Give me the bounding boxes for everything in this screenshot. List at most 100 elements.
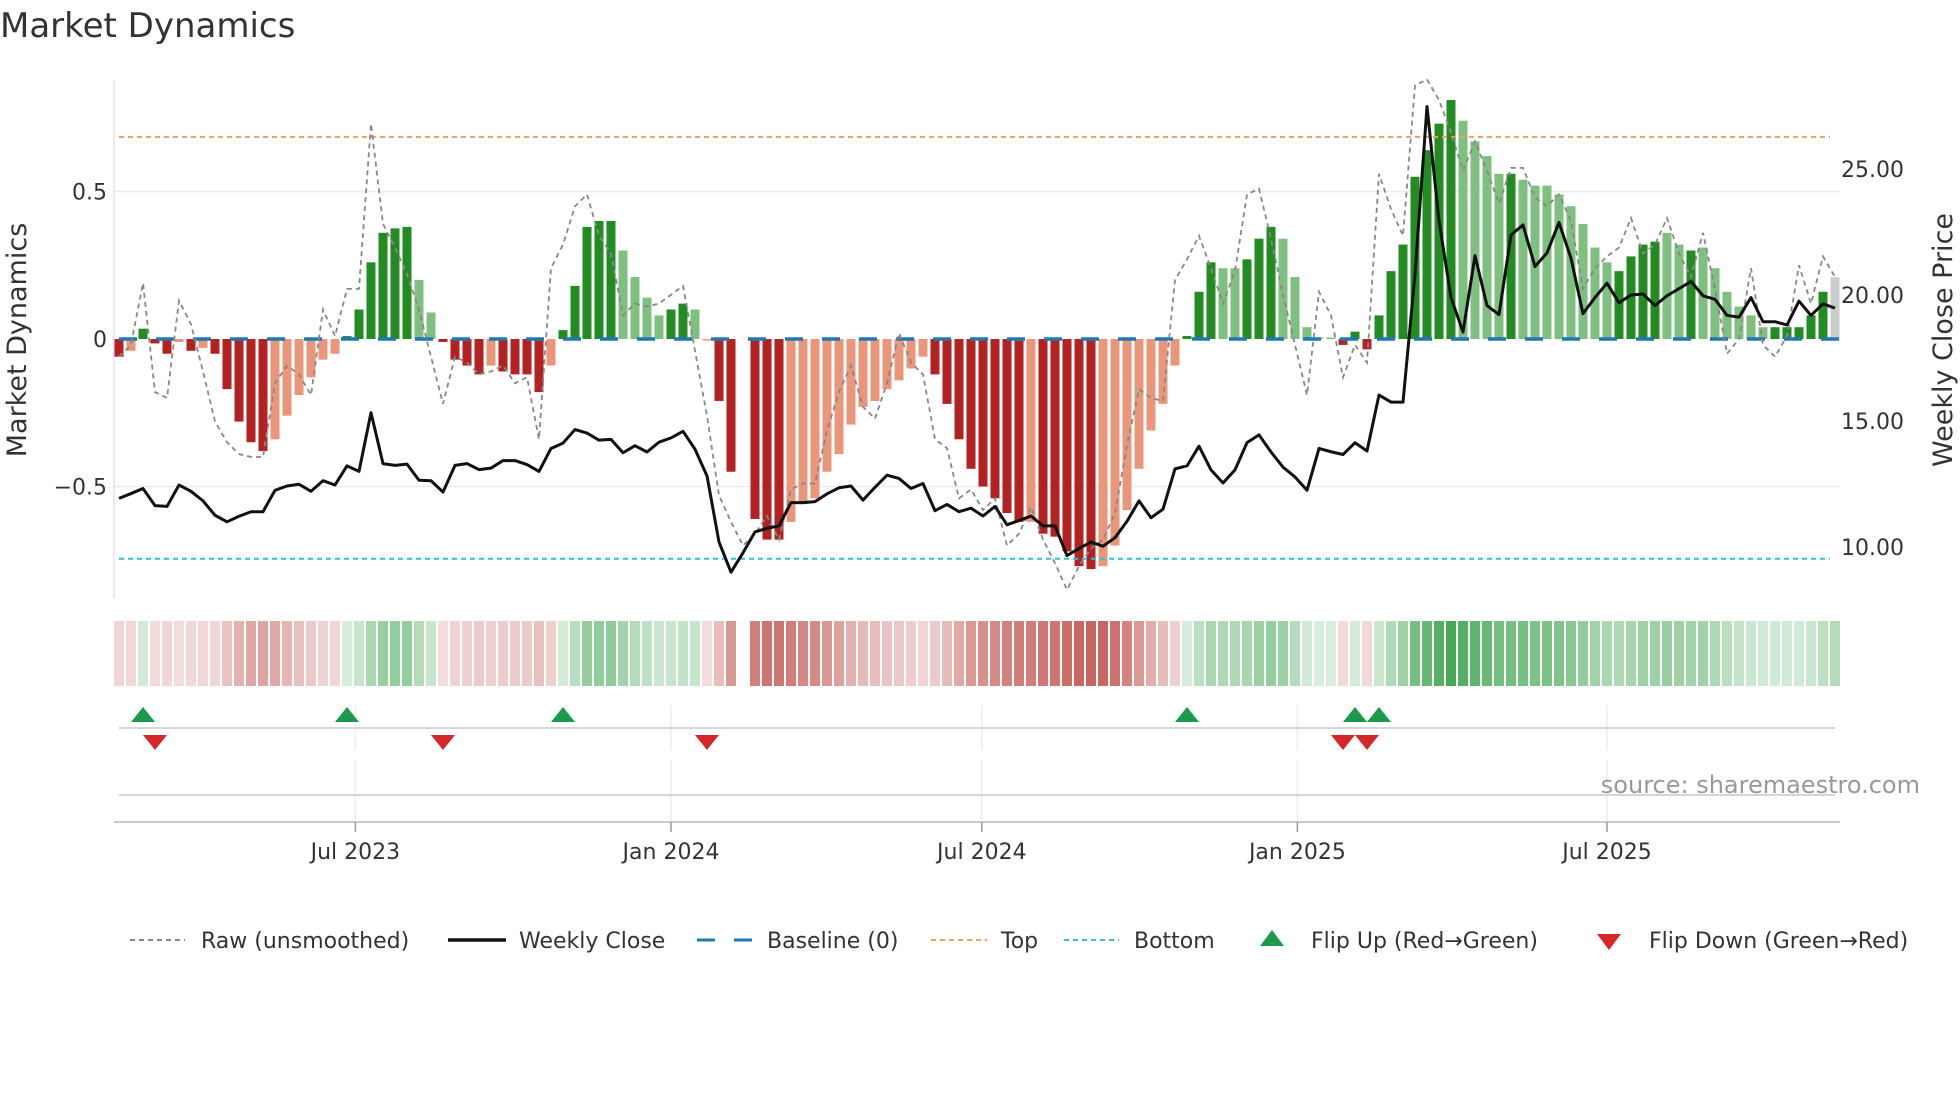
bar xyxy=(678,303,688,339)
bar xyxy=(1362,339,1372,350)
strip-cell xyxy=(1242,621,1252,686)
y-axis-title: Market Dynamics xyxy=(2,223,33,458)
bar xyxy=(918,339,928,357)
bar xyxy=(1542,185,1552,339)
strip-cell xyxy=(1038,621,1048,686)
bar xyxy=(1422,150,1432,339)
strip-cell xyxy=(1314,621,1324,686)
bar xyxy=(1242,259,1252,339)
strip-cell xyxy=(1794,621,1804,686)
bar xyxy=(1146,339,1156,431)
strip-cell xyxy=(486,621,496,686)
strip-cell xyxy=(246,621,256,686)
strip-cell xyxy=(978,621,988,686)
bar xyxy=(1194,291,1204,339)
bar xyxy=(366,262,376,339)
strip-cell xyxy=(1626,621,1636,686)
bar xyxy=(318,339,328,360)
bar xyxy=(1074,339,1084,567)
strip-cell xyxy=(990,621,1000,686)
bar xyxy=(570,285,580,339)
strip-cell xyxy=(966,621,976,686)
strip-cell xyxy=(1122,621,1132,686)
bar xyxy=(1266,226,1276,339)
strip-cell xyxy=(1674,621,1684,686)
strip-cell xyxy=(1098,621,1108,686)
bar xyxy=(1206,262,1216,339)
strip-cell xyxy=(1338,621,1348,686)
strip-cell xyxy=(1434,621,1444,686)
bar xyxy=(390,228,400,339)
strip-cell xyxy=(942,621,952,686)
strip-cell xyxy=(1350,621,1360,686)
strip-cell xyxy=(294,621,304,686)
bar xyxy=(210,339,220,354)
bar xyxy=(1818,291,1828,339)
strip-cell xyxy=(1698,621,1708,686)
strip-cell xyxy=(366,621,376,686)
y2-axis-title: Weekly Close Price xyxy=(1928,213,1959,467)
bar xyxy=(354,309,364,339)
strip-cell xyxy=(1578,621,1588,686)
strip-cell xyxy=(150,621,160,686)
flip-up-marker xyxy=(131,707,155,722)
bar xyxy=(462,339,472,366)
bar xyxy=(750,339,760,519)
strip-cell xyxy=(330,621,340,686)
strip-cell xyxy=(654,621,664,686)
bar xyxy=(846,339,856,425)
bar xyxy=(1746,315,1756,339)
bar xyxy=(978,339,988,487)
strip-cell xyxy=(1554,621,1564,686)
bar xyxy=(786,339,796,522)
flip-down-marker xyxy=(431,735,455,750)
bar xyxy=(798,339,808,505)
bar xyxy=(1050,339,1060,537)
bar xyxy=(942,339,952,404)
y-tick-label: −0.5 xyxy=(54,476,107,501)
strip-cell xyxy=(1146,621,1156,686)
strip-cell xyxy=(402,621,412,686)
strip-cell xyxy=(378,621,388,686)
strip-cell xyxy=(1806,621,1816,686)
bar xyxy=(654,315,664,339)
x-tick-label: Jan 2025 xyxy=(1247,840,1346,865)
bar xyxy=(714,339,724,401)
bar xyxy=(1482,156,1492,339)
strip-cell xyxy=(1410,621,1420,686)
x-tick-label: Jul 2023 xyxy=(309,840,401,865)
strip-cell xyxy=(1818,621,1828,686)
strip-cell xyxy=(522,621,532,686)
strip-cell xyxy=(414,621,424,686)
bar xyxy=(1806,315,1816,339)
bar xyxy=(1794,327,1804,339)
bar xyxy=(1110,339,1120,546)
strip-cell xyxy=(1158,621,1168,686)
bar xyxy=(582,226,592,339)
strip-cell xyxy=(570,621,580,686)
flip-down-marker xyxy=(1331,735,1355,750)
bar xyxy=(534,339,544,393)
bar xyxy=(282,339,292,416)
strip-cell xyxy=(306,621,316,686)
bar xyxy=(990,339,1000,499)
strip-cell xyxy=(1206,621,1216,686)
flip-down-marker xyxy=(695,735,719,750)
bar xyxy=(702,339,712,341)
strip-cell xyxy=(786,621,796,686)
legend: Raw (unsmoothed) Weekly Close Baseline (… xyxy=(130,929,1908,954)
bar xyxy=(1326,337,1336,340)
bars xyxy=(114,100,1840,570)
strip-cell xyxy=(702,621,712,686)
strip-cell xyxy=(1398,621,1408,686)
bar xyxy=(966,339,976,469)
strip-cell xyxy=(1614,621,1624,686)
strip-cell xyxy=(1446,621,1456,686)
flip-down-marker xyxy=(143,735,167,750)
strip-cell xyxy=(762,621,772,686)
strip-cell xyxy=(1422,621,1432,686)
legend-top-label: Top xyxy=(1000,929,1038,954)
strip-cell xyxy=(498,621,508,686)
bar xyxy=(1170,339,1180,366)
strip-cell xyxy=(450,621,460,686)
